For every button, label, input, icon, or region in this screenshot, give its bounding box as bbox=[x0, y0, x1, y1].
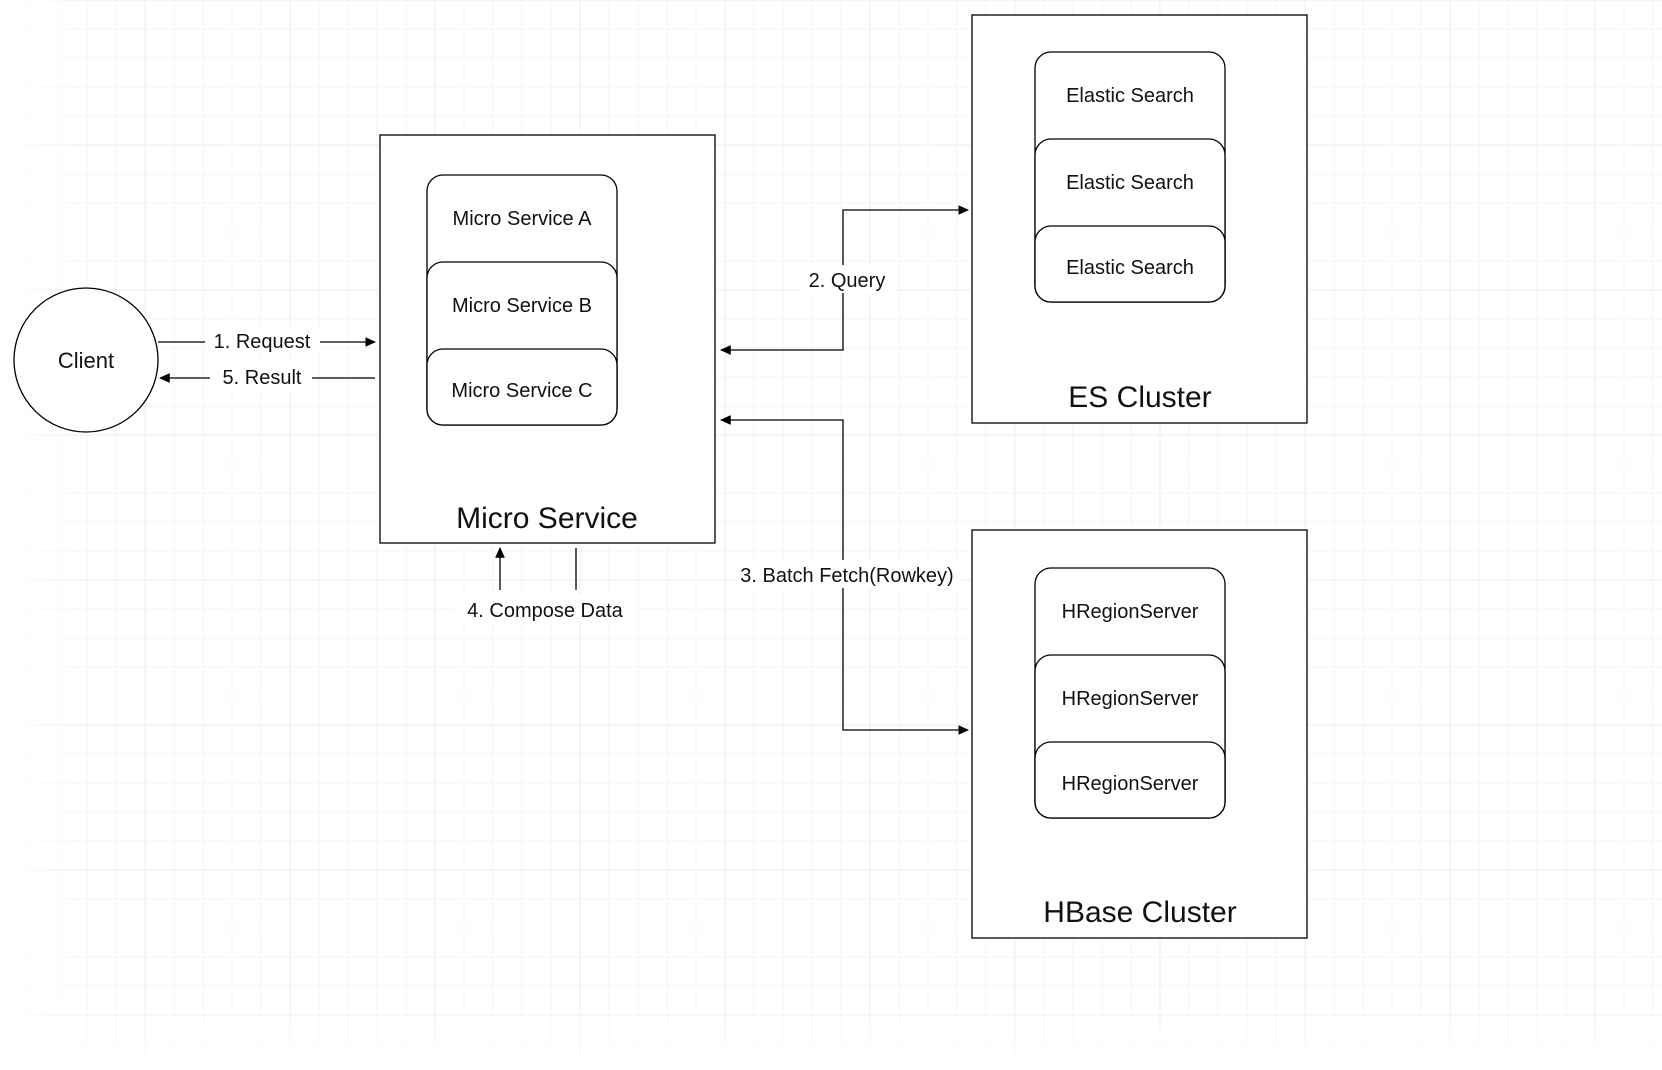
edge-result: 5. Result bbox=[223, 367, 302, 389]
edge-compose: 4. Compose Data bbox=[467, 600, 624, 622]
edge-query: 2. Query bbox=[809, 270, 886, 292]
edge-request: 1. Request bbox=[214, 331, 311, 353]
grid bbox=[0, 0, 1662, 1070]
es-item-2: Elastic Search bbox=[1066, 257, 1194, 279]
es-cluster-container: ES Cluster Elastic Search Elastic Search… bbox=[972, 15, 1307, 423]
microservice-item-a: Micro Service A bbox=[453, 208, 593, 230]
microservice-item-b: Micro Service B bbox=[452, 295, 592, 317]
microservice-item-c: Micro Service C bbox=[451, 380, 592, 402]
architecture-diagram: Client Micro Service Micro Service A Mic… bbox=[0, 0, 1662, 1070]
es-item-1: Elastic Search bbox=[1066, 172, 1194, 194]
hbase-item-2: HRegionServer bbox=[1062, 773, 1199, 795]
hbase-item-1: HRegionServer bbox=[1062, 688, 1199, 710]
client-label: Client bbox=[58, 348, 114, 373]
client-node: Client bbox=[14, 288, 158, 432]
es-item-0: Elastic Search bbox=[1066, 85, 1194, 107]
hbase-item-0: HRegionServer bbox=[1062, 601, 1199, 623]
microservice-container: Micro Service Micro Service A Micro Serv… bbox=[380, 135, 715, 543]
hbase-cluster-container: HBase Cluster HRegionServer HRegionServe… bbox=[972, 530, 1307, 938]
microservice-title: Micro Service bbox=[456, 502, 638, 535]
es-cluster-title: ES Cluster bbox=[1068, 381, 1211, 414]
edge-batch-fetch: 3. Batch Fetch(Rowkey) bbox=[740, 565, 953, 587]
hbase-cluster-title: HBase Cluster bbox=[1043, 896, 1236, 929]
